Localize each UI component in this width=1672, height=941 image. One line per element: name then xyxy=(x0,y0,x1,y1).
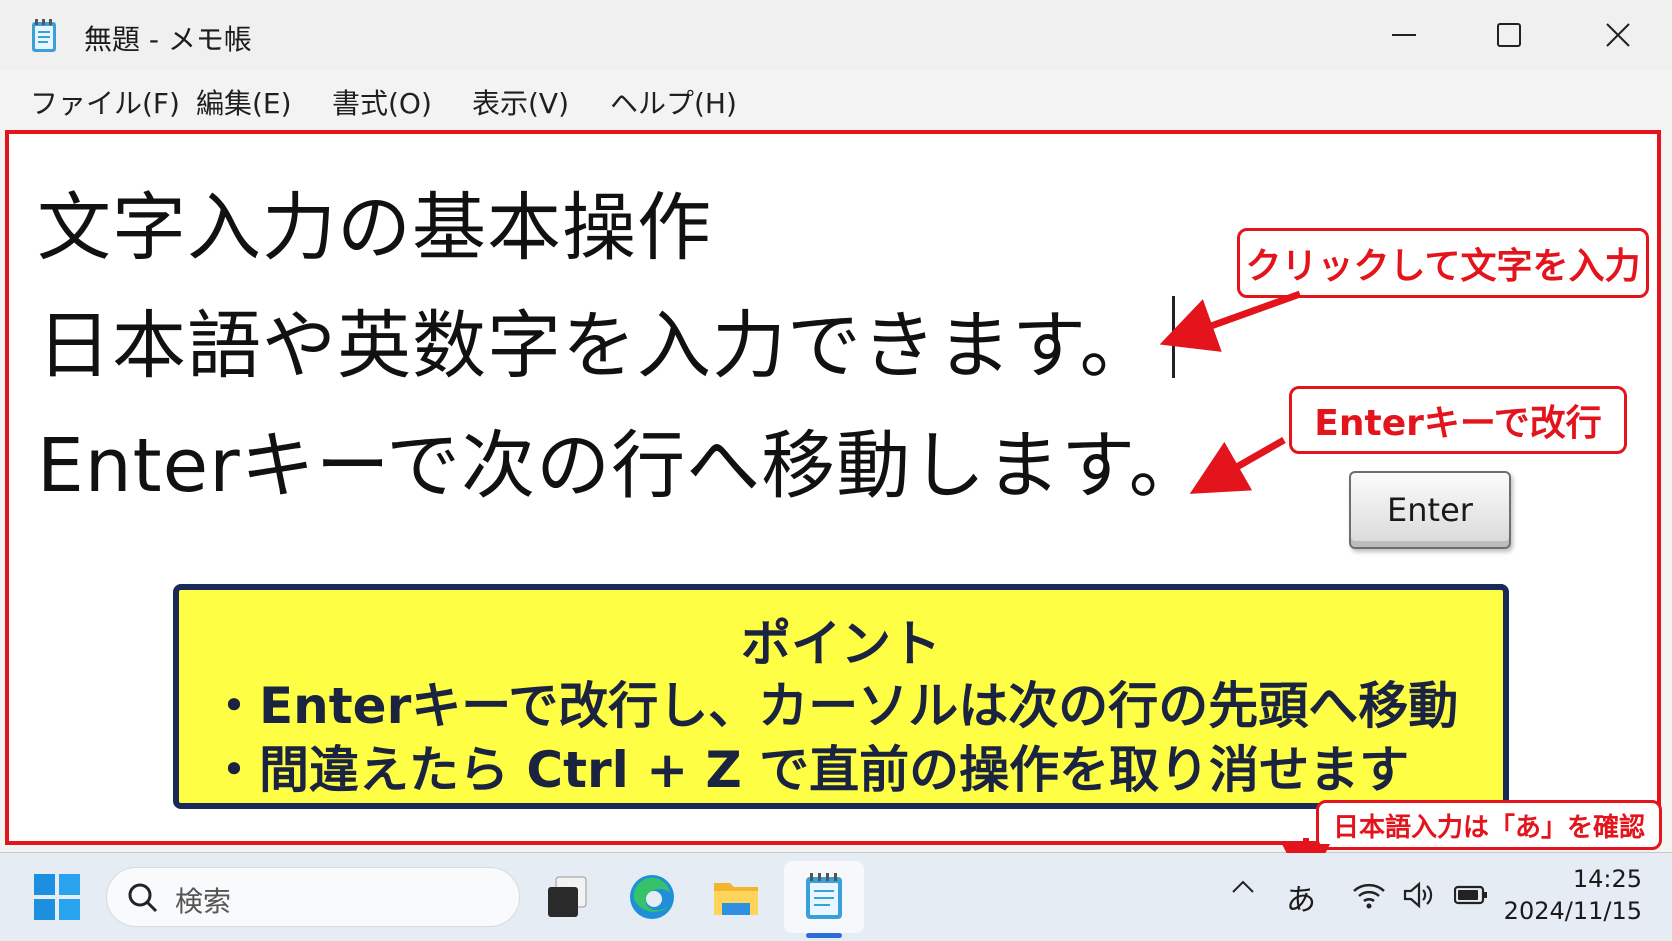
file-explorer-icon[interactable] xyxy=(708,869,764,925)
title-bar[interactable]: 無題 - メモ帳 xyxy=(0,0,1672,70)
enter-key-illustration: Enter xyxy=(1349,471,1511,549)
enter-callout: Enterキーで改行 xyxy=(1289,386,1627,454)
point-box: ポイント ・Enterキーで改行し、カーソルは次の行の先頭へ移動 ・間違えたら … xyxy=(173,584,1509,809)
window-title: 無題 - メモ帳 xyxy=(84,23,252,56)
point-bullet-2: ・間違えたら Ctrl + Z で直前の操作を取り消せます xyxy=(209,741,1410,799)
volume-icon[interactable] xyxy=(1402,881,1436,909)
wifi-icon[interactable] xyxy=(1352,881,1386,909)
notepad-taskbar-icon[interactable] xyxy=(796,869,852,925)
tray-overflow-chevron[interactable] xyxy=(1230,873,1256,908)
menu-view[interactable]: 表示(V) xyxy=(472,82,569,122)
minimize-icon xyxy=(1392,34,1416,36)
windows-start-icon[interactable] xyxy=(34,874,80,920)
maximize-button[interactable] xyxy=(1479,10,1539,60)
editor-line-2: 日本語や英数字を入力できます。 xyxy=(37,303,1155,389)
point-bullet-1: ・Enterキーで改行し、カーソルは次の行の先頭へ移動 xyxy=(209,677,1459,735)
taskbar-search[interactable]: 検索 xyxy=(106,867,520,927)
task-view-icon[interactable] xyxy=(540,869,596,925)
menu-file[interactable]: ファイル(F) xyxy=(30,82,180,122)
edge-browser-icon[interactable] xyxy=(624,869,680,925)
close-icon xyxy=(1606,23,1630,47)
chevron-up-icon xyxy=(1232,880,1254,893)
menu-bar: ファイル(F) 編集(E) 書式(O) 表示(V) ヘルプ(H) xyxy=(0,70,1672,130)
ime-callout: 日本語入力は「あ」を確認 xyxy=(1316,800,1662,850)
search-placeholder: 検索 xyxy=(175,885,232,918)
maximize-icon xyxy=(1497,23,1521,47)
search-icon xyxy=(128,883,158,913)
text-editor[interactable]: 文字入力の基本操作 日本語や英数字を入力できます。 Enterキーで次の行へ移動… xyxy=(5,130,1661,845)
close-button[interactable] xyxy=(1588,10,1648,60)
menu-format[interactable]: 書式(O) xyxy=(332,82,432,122)
editor-line-1: 文字入力の基本操作 xyxy=(37,185,712,271)
active-app-indicator xyxy=(806,933,842,938)
clock-date: 2024/11/15 xyxy=(1503,897,1642,925)
editor-line-3: Enterキーで次の行へ移動します。 xyxy=(37,423,1204,509)
click-callout: クリックして文字を入力 xyxy=(1237,228,1649,298)
minimize-button[interactable] xyxy=(1374,10,1434,60)
taskbar: 検索 あ 14:25 2024/11/15 xyxy=(0,853,1672,941)
text-cursor xyxy=(1172,296,1175,378)
system-clock[interactable]: 14:25 2024/11/15 xyxy=(1504,863,1642,927)
notepad-icon xyxy=(32,19,56,52)
menu-help[interactable]: ヘルプ(H) xyxy=(610,82,737,122)
clock-time: 14:25 xyxy=(1572,865,1642,893)
battery-icon[interactable] xyxy=(1454,883,1488,907)
notepad-window: 無題 - メモ帳 ファイル(F) 編集(E) 書式(O) 表示(V) ヘルプ(H… xyxy=(0,0,1672,853)
menu-edit[interactable]: 編集(E) xyxy=(196,82,292,122)
ime-indicator[interactable]: あ xyxy=(1286,875,1316,919)
